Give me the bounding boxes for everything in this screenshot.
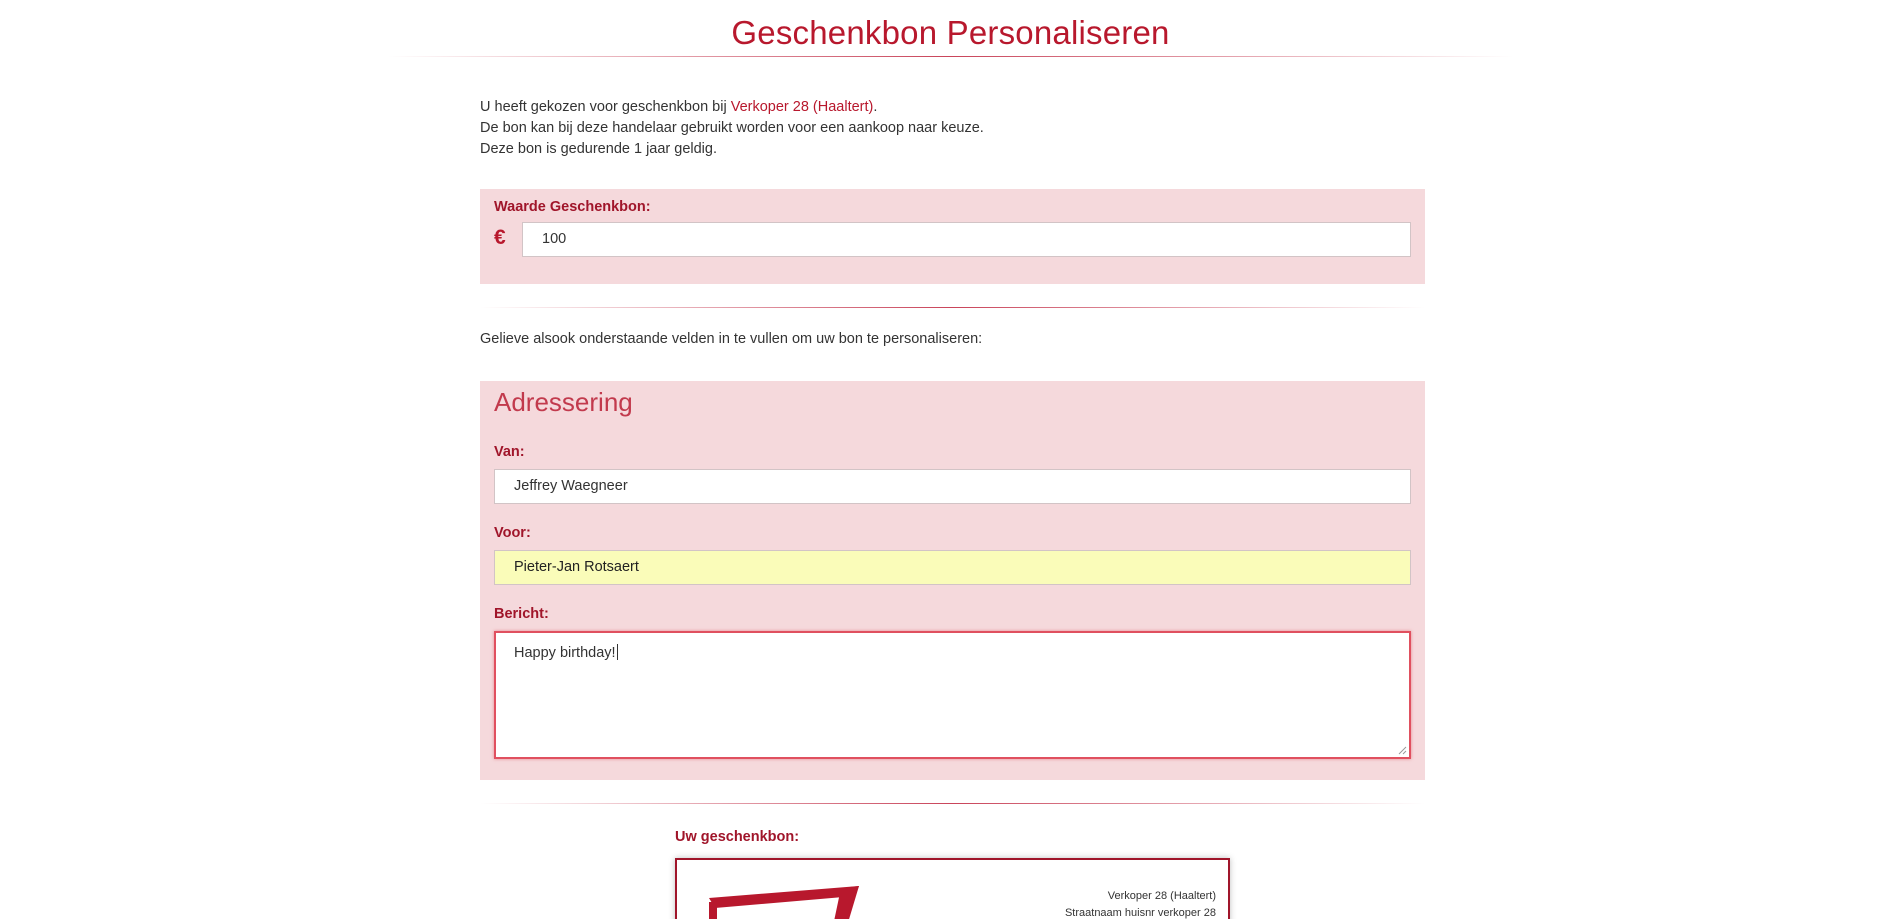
intro-line-1: U heeft gekozen voor geschenkbon bij Ver… <box>480 97 984 118</box>
intro-text: U heeft gekozen voor geschenkbon bij Ver… <box>480 97 984 160</box>
page-title: Geschenkbon Personaliseren <box>731 14 1170 51</box>
value-panel: Waarde Geschenkbon: € 100 <box>480 189 1425 284</box>
text-caret <box>616 644 618 660</box>
seller-link[interactable]: Verkoper 28 (Haaltert) <box>731 99 874 115</box>
message-label: Bericht: <box>494 606 549 622</box>
message-text: Happy birthday! <box>514 645 616 661</box>
voucher-seller-address: Verkoper 28 (Haaltert) Straatnaam huisnr… <box>1065 888 1216 919</box>
to-input[interactable]: Pieter-Jan Rotsaert <box>494 550 1411 585</box>
page: Geschenkbon Personaliseren U heeft gekoz… <box>0 0 1901 919</box>
address-panel: Adressering Van: Jeffrey Waegneer Voor: … <box>480 381 1425 780</box>
value-label: Waarde Geschenkbon: <box>494 199 651 215</box>
voucher-seller-street: Straatnaam huisnr verkoper 28 <box>1064 907 1216 919</box>
resize-grip-icon[interactable] <box>1398 746 1407 755</box>
message-textarea[interactable]: Happy birthday! <box>494 631 1411 759</box>
voucher-preview: Verkoper 28 (Haaltert) Straatnaam huisnr… <box>675 858 1230 919</box>
intro-line-1-suffix: . <box>873 99 878 115</box>
voucher-logo-icon <box>709 886 859 919</box>
helper-text: Gelieve alsook onderstaande velden in te… <box>480 331 983 347</box>
address-heading: Adressering <box>494 387 633 417</box>
intro-line-1-prefix: U heeft gekozen voor geschenkbon bij <box>480 99 731 115</box>
euro-icon: € <box>494 226 506 249</box>
intro-line-3: Deze bon is gedurende 1 jaar geldig. <box>480 141 717 157</box>
section-divider-1 <box>480 307 1425 308</box>
intro-line-2: De bon kan bij deze handelaar gebruikt w… <box>480 120 984 136</box>
title-divider <box>388 56 1513 57</box>
voucher-label: Uw geschenkbon: <box>675 829 800 845</box>
from-label: Van: <box>494 444 525 460</box>
section-divider-2 <box>480 803 1425 804</box>
from-input[interactable]: Jeffrey Waegneer <box>494 469 1411 504</box>
value-input[interactable]: 100 <box>522 222 1411 257</box>
to-label: Voor: <box>494 525 531 541</box>
voucher-seller-name: Verkoper 28 (Haaltert) <box>1107 890 1216 902</box>
